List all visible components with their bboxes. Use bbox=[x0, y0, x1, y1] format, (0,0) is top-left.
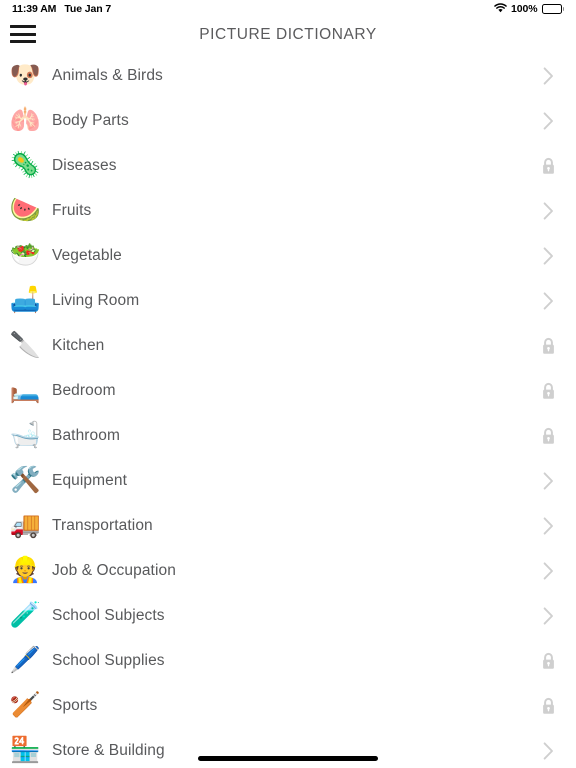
list-item[interactable]: 🍉 Fruits bbox=[0, 188, 576, 233]
chevron-right-icon[interactable] bbox=[538, 66, 558, 86]
list-item-label: Store & Building bbox=[52, 741, 165, 759]
chevron-right-icon[interactable] bbox=[538, 606, 558, 626]
status-bar: 11:39 AM Tue Jan 7 100% bbox=[0, 0, 576, 18]
list-item[interactable]: 🏪 Store & Building bbox=[0, 728, 576, 768]
page-title: PICTURE DICTIONARY bbox=[199, 26, 377, 43]
status-date: Tue Jan 7 bbox=[64, 3, 112, 15]
status-bar-right: 100% bbox=[494, 2, 564, 16]
list-item-label: Animals & Birds bbox=[52, 66, 163, 84]
list-item-label: School Subjects bbox=[52, 606, 165, 624]
pen-holder-icon: 🖊️ bbox=[9, 646, 41, 674]
stomach-icon: 🫁 bbox=[9, 106, 41, 134]
list-item[interactable]: 🥗 Vegetable bbox=[0, 233, 576, 278]
kitchen-knives-icon: 🔪 bbox=[9, 331, 41, 359]
chevron-right-icon[interactable] bbox=[538, 741, 558, 761]
list-item-label: Transportation bbox=[52, 516, 153, 534]
list-item[interactable]: 🛏️ Bedroom bbox=[0, 368, 576, 413]
lock-icon bbox=[538, 696, 558, 716]
category-list[interactable]: 🐶 Animals & Birds 🫁 Body Parts 🦠 Diseases 🍉 Fru… bbox=[0, 53, 576, 768]
lock-icon bbox=[538, 426, 558, 446]
couch-icon: 🛋️ bbox=[9, 286, 41, 314]
wifi-icon bbox=[494, 2, 507, 16]
list-item-label: Vegetable bbox=[52, 246, 122, 264]
cricket-game-icon: 🏏 bbox=[9, 691, 41, 719]
list-item-label: School Supplies bbox=[52, 651, 165, 669]
list-item-label: Living Room bbox=[52, 291, 140, 309]
chevron-right-icon[interactable] bbox=[538, 471, 558, 491]
home-indicator bbox=[198, 756, 378, 761]
list-item[interactable]: 🛠️ Equipment bbox=[0, 458, 576, 503]
green-salad-icon: 🥗 bbox=[9, 241, 41, 269]
list-item-label: Bedroom bbox=[52, 381, 116, 399]
list-item[interactable]: 🫁 Body Parts bbox=[0, 98, 576, 143]
chevron-right-icon[interactable] bbox=[538, 291, 558, 311]
list-item[interactable]: 🧪 School Subjects bbox=[0, 593, 576, 638]
construction-worker-icon: 👷 bbox=[9, 556, 41, 584]
list-item-label: Body Parts bbox=[52, 111, 129, 129]
list-item[interactable]: 🏏 Sports bbox=[0, 683, 576, 728]
list-item[interactable]: 🐶 Animals & Birds bbox=[0, 53, 576, 98]
list-item-label: Equipment bbox=[52, 471, 128, 489]
list-item[interactable]: 👷 Job & Occupation bbox=[0, 548, 576, 593]
list-item[interactable]: 🚚 Transportation bbox=[0, 503, 576, 548]
list-item-label: Job & Occupation bbox=[52, 561, 176, 579]
list-item[interactable]: 🔪 Kitchen bbox=[0, 323, 576, 368]
list-item-label: Diseases bbox=[52, 156, 117, 174]
chevron-right-icon[interactable] bbox=[538, 561, 558, 581]
lock-icon bbox=[538, 336, 558, 356]
list-item[interactable]: 🖊️ School Supplies bbox=[0, 638, 576, 683]
dog-face-icon: 🐶 bbox=[9, 61, 41, 89]
convenience-store-icon: 🏪 bbox=[9, 736, 41, 764]
battery-full-icon bbox=[541, 4, 564, 14]
battery-percent-label: 100% bbox=[511, 3, 538, 15]
status-bar-left: 11:39 AM Tue Jan 7 bbox=[12, 3, 111, 15]
list-item[interactable]: 🛋️ Living Room bbox=[0, 278, 576, 323]
bathtub-icon: 🛁 bbox=[9, 421, 41, 449]
list-item[interactable]: 🦠 Diseases bbox=[0, 143, 576, 188]
list-item[interactable]: 🛁 Bathroom bbox=[0, 413, 576, 458]
bed-icon: 🛏️ bbox=[9, 376, 41, 404]
lock-icon bbox=[538, 156, 558, 176]
chevron-right-icon[interactable] bbox=[538, 111, 558, 131]
status-time: 11:39 AM bbox=[12, 3, 57, 15]
lock-icon bbox=[538, 651, 558, 671]
delivery-truck-icon: 🚚 bbox=[9, 511, 41, 539]
microbe-icon: 🦠 bbox=[9, 151, 41, 179]
list-item-label: Sports bbox=[52, 696, 98, 714]
chevron-right-icon[interactable] bbox=[538, 201, 558, 221]
lock-icon bbox=[538, 381, 558, 401]
watermelon-icon: 🍉 bbox=[9, 196, 41, 224]
navigation-bar: PICTURE DICTIONARY bbox=[0, 18, 576, 52]
tools-icon: 🛠️ bbox=[9, 466, 41, 494]
chevron-right-icon[interactable] bbox=[538, 246, 558, 266]
test-tube-icon: 🧪 bbox=[9, 601, 41, 629]
list-item-label: Bathroom bbox=[52, 426, 120, 444]
list-item-label: Kitchen bbox=[52, 336, 105, 354]
list-item-label: Fruits bbox=[52, 201, 92, 219]
chevron-right-icon[interactable] bbox=[538, 516, 558, 536]
